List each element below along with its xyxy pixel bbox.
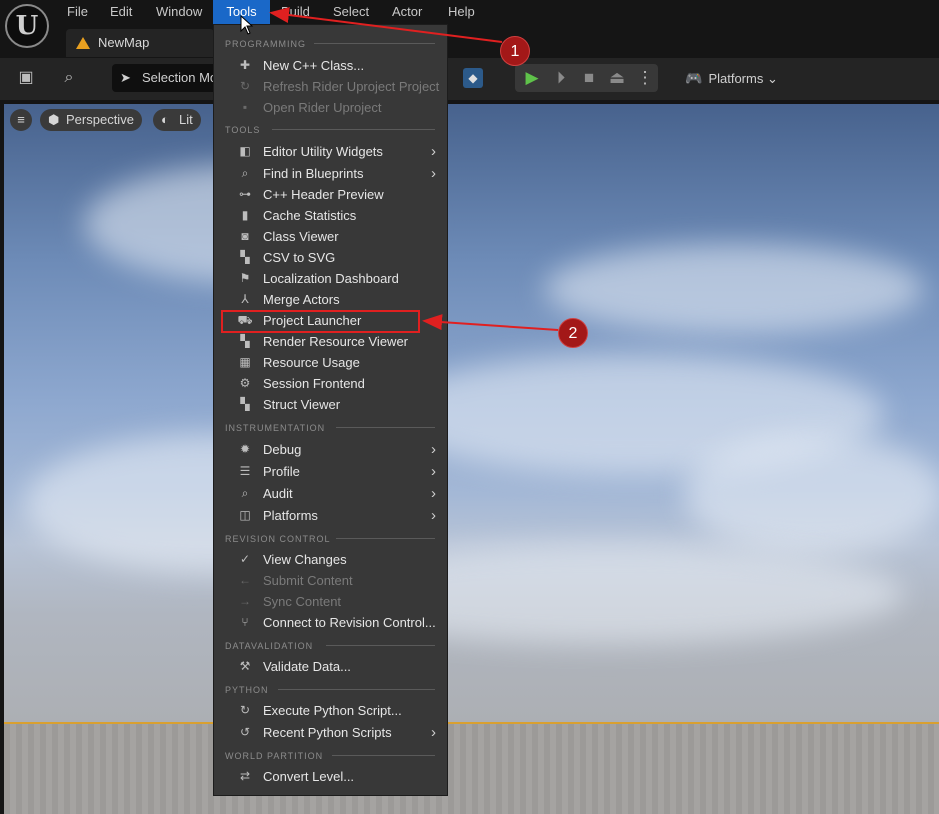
mouse-cursor-icon — [240, 15, 254, 35]
annotation-badge-1: 1 — [500, 36, 530, 66]
annotation-badge-2: 2 — [558, 318, 588, 348]
arrow-2 — [422, 314, 559, 331]
arrow-1 — [269, 7, 503, 43]
annotation-arrows — [269, 7, 559, 331]
